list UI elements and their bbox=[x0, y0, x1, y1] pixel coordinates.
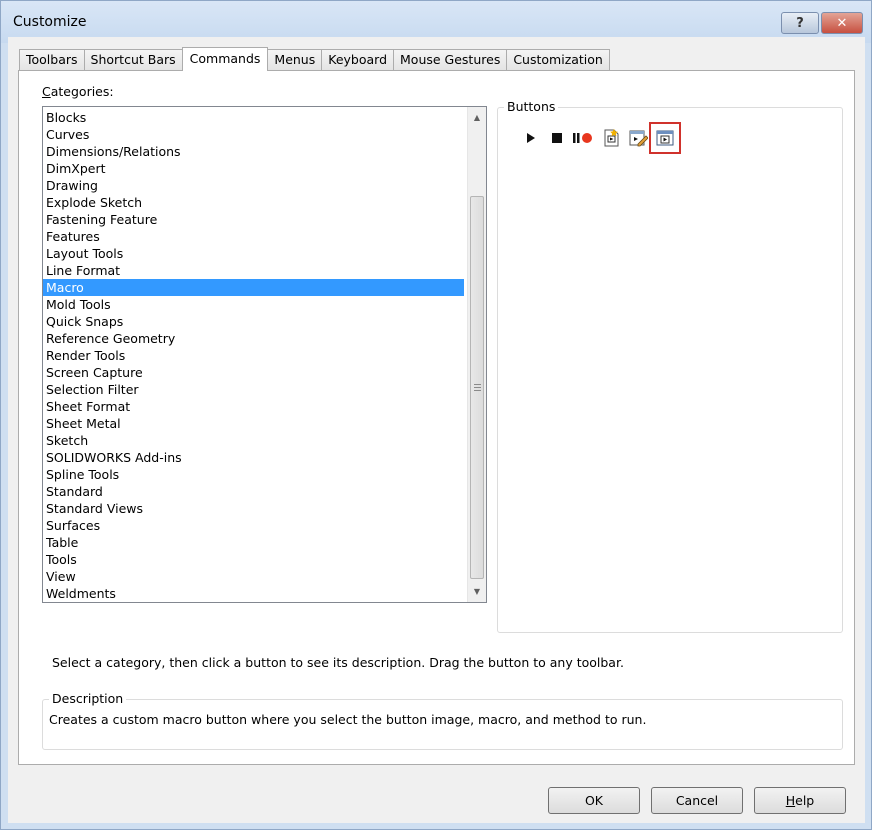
title-close-button[interactable]: ✕ bbox=[821, 12, 863, 34]
grip-icon bbox=[473, 383, 481, 392]
list-item[interactable]: SOLIDWORKS Add-ins bbox=[43, 449, 464, 466]
tab-customization[interactable]: Customization bbox=[506, 49, 610, 71]
tab-commands[interactable]: Commands bbox=[181, 47, 269, 71]
list-item[interactable]: Features bbox=[43, 228, 464, 245]
tab-shortcut-bars[interactable]: Shortcut Bars bbox=[83, 49, 183, 71]
list-item[interactable]: Drawing bbox=[43, 177, 464, 194]
list-item[interactable]: Layout Tools bbox=[43, 245, 464, 262]
description-label: Description bbox=[49, 692, 127, 706]
buttons-group-label: Buttons bbox=[504, 100, 559, 114]
window-title: Customize bbox=[13, 14, 87, 30]
list-item[interactable]: Fastening Feature bbox=[43, 211, 464, 228]
pause-record-macro-icon[interactable] bbox=[572, 126, 596, 150]
list-item[interactable]: Render Tools bbox=[43, 347, 464, 364]
description-text: Creates a custom macro button where you … bbox=[49, 712, 647, 727]
list-item[interactable]: Blocks bbox=[43, 109, 464, 126]
list-item[interactable]: Screen Capture bbox=[43, 364, 464, 381]
categories-label: Categories: bbox=[42, 84, 114, 99]
customize-dialog: Customize ? ✕ Toolbars Shortcut Bars Com… bbox=[0, 0, 872, 830]
help-button[interactable]: Help bbox=[754, 787, 846, 814]
play-macro-icon[interactable] bbox=[518, 126, 542, 150]
title-help-button[interactable]: ? bbox=[781, 12, 819, 34]
categories-listbox[interactable]: Blocks Curves Dimensions/Relations DimXpert… bbox=[42, 106, 487, 603]
list-item[interactable]: View bbox=[43, 568, 464, 585]
list-item[interactable]: Quick Snaps bbox=[43, 313, 464, 330]
tab-keyboard[interactable]: Keyboard bbox=[321, 49, 395, 71]
tab-toolbars[interactable]: Toolbars bbox=[19, 49, 85, 71]
list-item[interactable]: Surfaces bbox=[43, 517, 464, 534]
list-item[interactable]: Mold Tools bbox=[43, 296, 464, 313]
list-item[interactable]: Sketch bbox=[43, 432, 464, 449]
list-item[interactable]: Curves bbox=[43, 126, 464, 143]
buttons-row bbox=[518, 122, 681, 154]
scroll-down-arrow-icon[interactable]: ▼ bbox=[468, 583, 486, 600]
tab-mouse-gestures[interactable]: Mouse Gestures bbox=[393, 49, 508, 71]
scroll-thumb[interactable] bbox=[470, 196, 484, 579]
close-icon: ✕ bbox=[836, 15, 848, 31]
tab-menus[interactable]: Menus bbox=[267, 49, 323, 71]
list-item[interactable]: Line Format bbox=[43, 262, 464, 279]
dialog-client: Toolbars Shortcut Bars Commands Menus Ke… bbox=[8, 37, 865, 823]
list-item[interactable]: Sheet Format bbox=[43, 398, 464, 415]
list-item[interactable]: Weldments bbox=[43, 585, 464, 602]
question-icon: ? bbox=[796, 15, 804, 31]
list-item[interactable]: Standard Views bbox=[43, 500, 464, 517]
list-item[interactable]: Explode Sketch bbox=[43, 194, 464, 211]
list-item[interactable]: Reference Geometry bbox=[43, 330, 464, 347]
list-item[interactable]: Selection Filter bbox=[43, 381, 464, 398]
list-item[interactable]: Macro bbox=[43, 279, 464, 296]
new-macro-icon[interactable] bbox=[599, 126, 623, 150]
description-group: Description Creates a custom macro butto… bbox=[42, 692, 843, 750]
list-item[interactable]: Sheet Metal bbox=[43, 415, 464, 432]
edit-macro-icon[interactable] bbox=[626, 126, 650, 150]
buttons-group: Buttons bbox=[497, 100, 843, 633]
scroll-up-arrow-icon[interactable]: ▲ bbox=[468, 109, 486, 126]
instruction-text: Select a category, then click a button t… bbox=[52, 655, 624, 670]
list-item[interactable]: Standard bbox=[43, 483, 464, 500]
list-item[interactable]: Dimensions/Relations bbox=[43, 143, 464, 160]
commands-tab-panel: Categories: Blocks Curves Dimensions/Relat… bbox=[18, 70, 855, 765]
stop-macro-icon[interactable] bbox=[545, 126, 569, 150]
list-item[interactable]: Tools bbox=[43, 551, 464, 568]
list-item[interactable]: Spline Tools bbox=[43, 466, 464, 483]
categories-list: Blocks Curves Dimensions/Relations DimXpert… bbox=[43, 109, 464, 602]
custom-macro-button-icon[interactable] bbox=[649, 122, 681, 154]
cancel-button[interactable]: Cancel bbox=[651, 787, 743, 814]
list-item[interactable]: Table bbox=[43, 534, 464, 551]
list-item[interactable]: DimXpert bbox=[43, 160, 464, 177]
ok-button[interactable]: OK bbox=[548, 787, 640, 814]
vertical-scrollbar[interactable]: ▲ ▼ bbox=[467, 107, 486, 602]
tab-strip: Toolbars Shortcut Bars Commands Menus Ke… bbox=[19, 47, 610, 71]
